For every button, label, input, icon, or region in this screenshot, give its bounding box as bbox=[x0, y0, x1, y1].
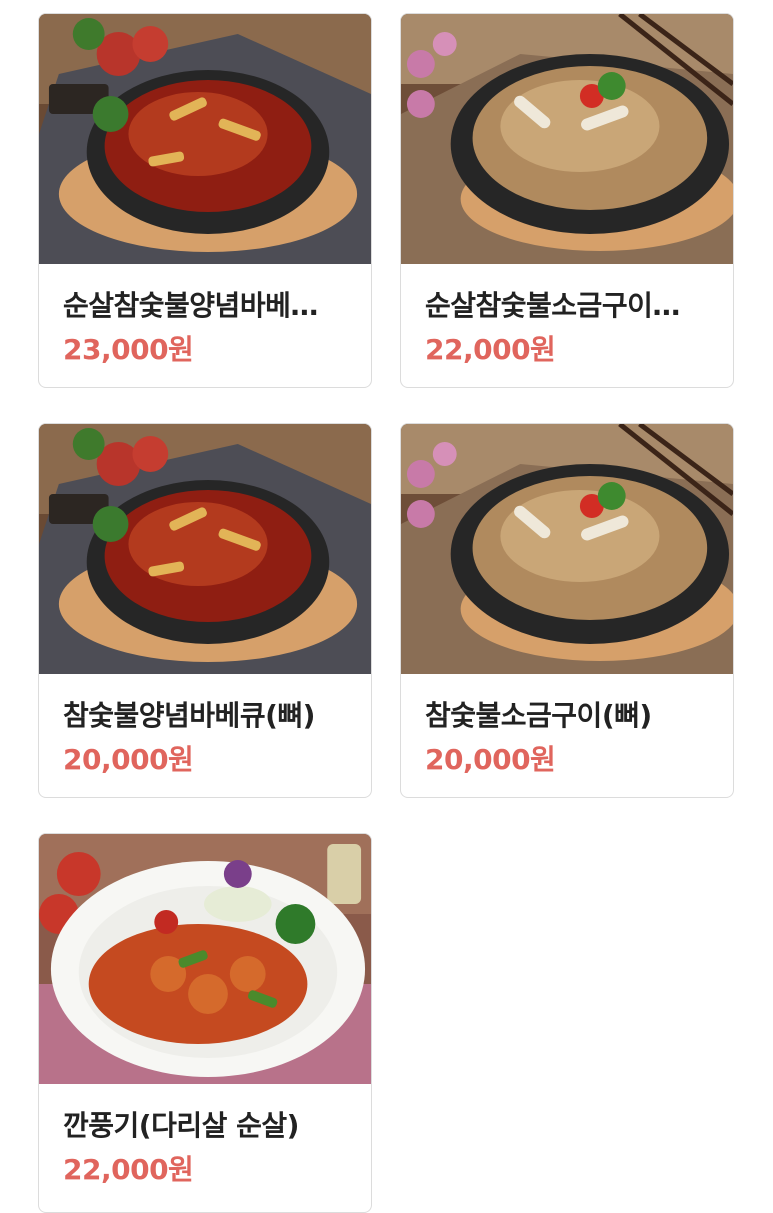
menu-item-price: 20,000원 bbox=[63, 743, 194, 776]
menu-item-name: 순살참숯불양념바베… bbox=[63, 289, 318, 322]
menu-card[interactable]: 참숯불소금구이(뼈) 20,000원 bbox=[400, 423, 734, 798]
menu-card[interactable]: 참숯불양념바베큐(뼈) 20,000원 bbox=[38, 423, 372, 798]
menu-item-price: 23,000원 bbox=[63, 333, 194, 366]
menu-card[interactable]: 순살참숯불소금구이… 22,000원 bbox=[400, 13, 734, 388]
menu-item-name: 참숯불소금구이(뼈) bbox=[425, 699, 652, 732]
menu-item-name: 참숯불양념바베큐(뼈) bbox=[63, 699, 315, 732]
menu-item-price: 22,000원 bbox=[425, 333, 556, 366]
menu-item-name: 깐풍기(다리살 순살) bbox=[63, 1109, 299, 1142]
kkanpunggi-image bbox=[39, 834, 371, 1084]
menu-card[interactable]: 깐풍기(다리살 순살) 22,000원 bbox=[38, 833, 372, 1213]
menu-item-name: 순살참숯불소금구이… bbox=[425, 289, 680, 322]
spicy-bbq-chicken-image bbox=[39, 14, 371, 264]
spicy-bbq-chicken-image bbox=[39, 424, 371, 674]
menu-card[interactable]: 순살참숯불양념바베… 23,000원 bbox=[38, 13, 372, 388]
menu-item-price: 22,000원 bbox=[63, 1153, 194, 1186]
salt-grilled-chicken-image bbox=[401, 424, 733, 674]
menu-item-price: 20,000원 bbox=[425, 743, 556, 776]
salt-grilled-chicken-image bbox=[401, 14, 733, 264]
